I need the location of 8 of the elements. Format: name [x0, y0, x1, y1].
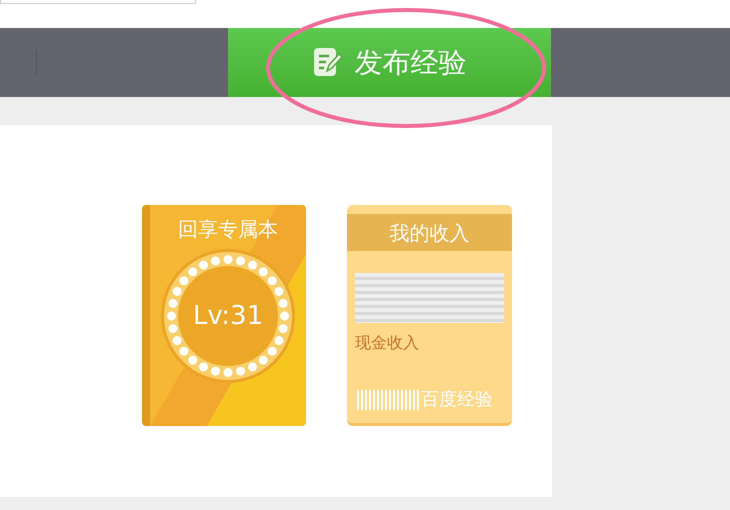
footer-text: 百度经验 [421, 388, 493, 412]
level-text: Lv:31 [178, 266, 278, 366]
card-title: 我的收入 [347, 214, 512, 251]
edit-icon [312, 46, 342, 78]
barcode-icon [357, 390, 419, 410]
cash-income-label: 现金收入 [355, 332, 420, 354]
card-title: 回享专属本 [178, 219, 278, 239]
publish-button[interactable]: 发布经验 [228, 28, 551, 97]
